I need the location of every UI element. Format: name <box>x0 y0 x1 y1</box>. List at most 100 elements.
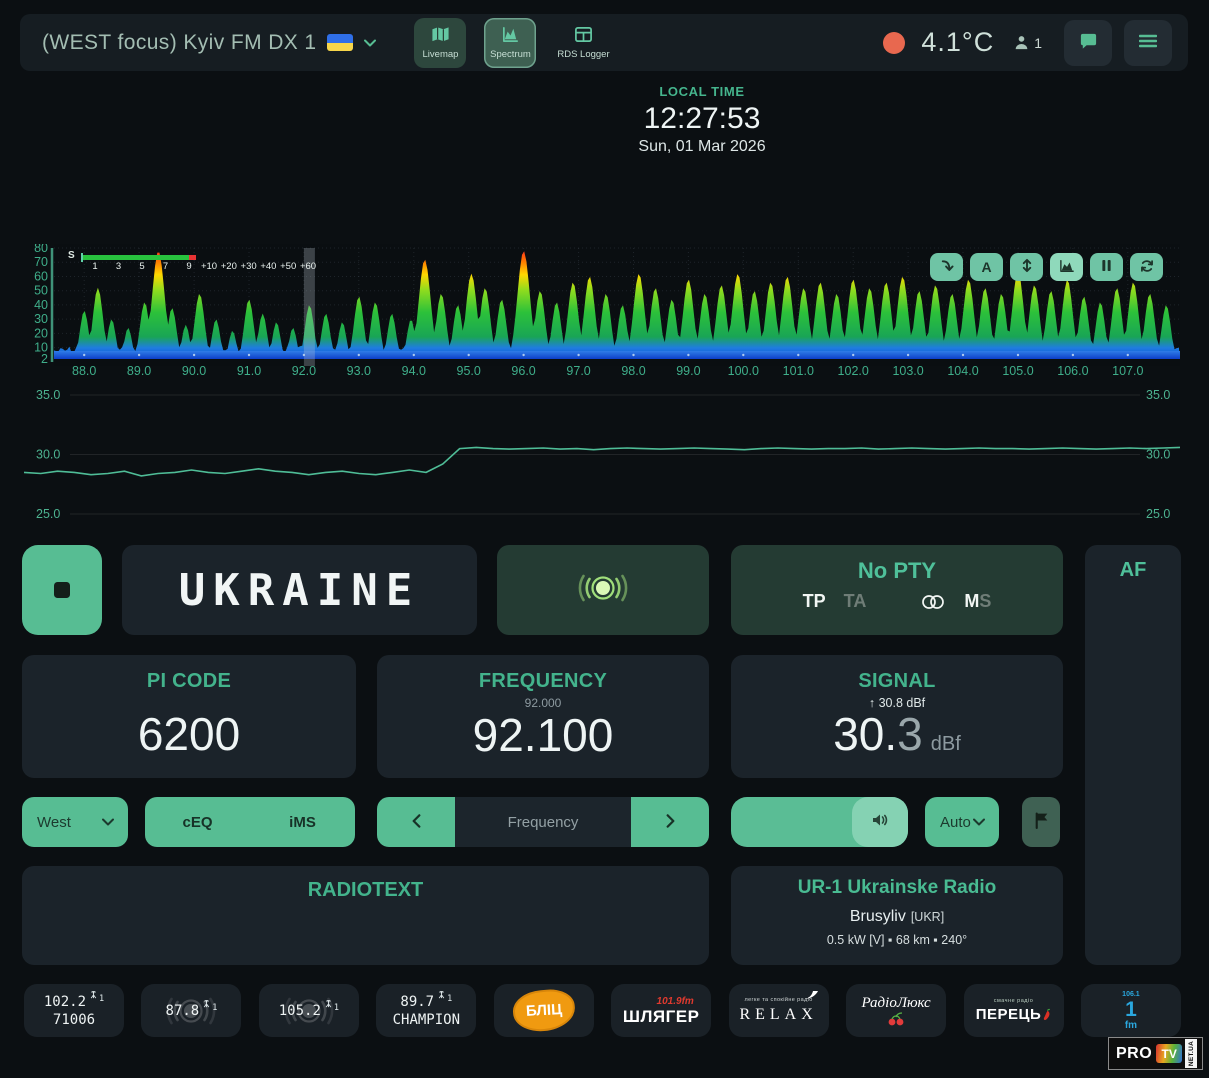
flag-icon <box>1034 812 1049 832</box>
preset-ШЛЯГЕР-button[interactable]: 101.9fm ШЛЯГЕР <box>611 984 712 1037</box>
svg-text:35.0: 35.0 <box>36 388 60 402</box>
user-icon <box>1014 35 1029 50</box>
svg-text:107.0: 107.0 <box>1112 364 1143 378</box>
frequency-up-button[interactable] <box>631 797 709 847</box>
svg-text:91.0: 91.0 <box>237 364 261 378</box>
ceq-toggle[interactable]: cEQ <box>145 814 250 831</box>
arrow-down-button[interactable] <box>930 253 963 281</box>
tx-info-panel: UR-1 Ukrainske Radio Brusyliv [UKR] 0.5 k… <box>731 866 1063 965</box>
preset-87.8-button[interactable]: 87.8 1 <box>141 984 242 1037</box>
stereo-circles-icon <box>920 594 946 610</box>
nav-rds-logger-button[interactable]: RDS Logger <box>554 18 612 68</box>
refresh-icon <box>1140 259 1154 276</box>
signal-tile: SIGNAL ↑ 30.8 dBf 30.3 dBf <box>731 655 1063 778</box>
nav-spectrum-button[interactable]: Spectrum <box>484 17 537 68</box>
arrow-updown-button[interactable] <box>1010 253 1043 281</box>
area-chart-icon <box>1059 259 1075 276</box>
preset-RELAX-button[interactable]: легке та спокійне радіо RELAX <box>728 984 829 1037</box>
tx-antenna-icon: 1 <box>202 999 217 1017</box>
chevron-down-icon <box>973 818 985 826</box>
refresh-button[interactable] <box>1130 253 1163 281</box>
svg-text:99.0: 99.0 <box>676 364 700 378</box>
ta-flag: TA <box>843 591 867 611</box>
chart-icon <box>501 25 520 47</box>
chevron-down-icon <box>102 818 114 826</box>
pty-label: No PTY <box>857 558 937 583</box>
svg-text:94.0: 94.0 <box>402 364 426 378</box>
menu-button[interactable] <box>1124 19 1172 66</box>
svg-text:101.0: 101.0 <box>783 364 814 378</box>
chat-icon <box>1079 32 1098 54</box>
stereo-indicator-panel <box>497 545 709 635</box>
preset-102.2-button[interactable]: 102.2 1 71006 <box>24 984 124 1037</box>
app-root: (WEST focus) Kyiv FM DX 1 Livemap Spectru… <box>0 0 1209 1078</box>
svg-text:98.0: 98.0 <box>621 364 645 378</box>
volume-thumb[interactable] <box>852 797 908 847</box>
frequency-sub-value: 92.000 <box>524 696 562 710</box>
temperature-label: 4.1°C <box>921 27 995 57</box>
spectrum-analyzer[interactable]: 80 70 60 50 40 30 20 10 2 88.0 89.0 90.0 91.0 92.0 93.… <box>24 241 1180 384</box>
scan-mode-select[interactable]: Auto <box>925 797 999 847</box>
svg-text:2: 2 <box>41 352 48 366</box>
svg-text:40: 40 <box>34 298 48 312</box>
preset-ПЕРЕЦЬ-button[interactable]: смачне радіо ПЕРЕЦЬ <box>963 984 1064 1037</box>
eq-ims-group: cEQ iMS <box>145 797 355 847</box>
preset-1-button[interactable]: 106.1 1 fm <box>1080 984 1181 1037</box>
pty-panel: No PTY TP TA MS <box>731 545 1063 635</box>
listener-count-value: 1 <box>1034 34 1042 51</box>
preset-105.2-button[interactable]: 105.2 1 <box>258 984 359 1037</box>
svg-text:20: 20 <box>34 326 48 340</box>
server-selector[interactable]: (WEST focus) Kyiv FM DX 1 <box>42 30 377 55</box>
tx-details: 0.5 kW [V] ▪ 68 km ▪ 240° <box>826 933 968 947</box>
audio-play-button[interactable] <box>22 545 102 635</box>
clock-date: Sun, 01 Mar 2026 <box>638 138 766 155</box>
table-icon <box>574 25 593 47</box>
protv-logo[interactable]: PRO TV NET.UA <box>1108 1037 1203 1070</box>
antenna-select[interactable]: West <box>22 797 128 847</box>
preset-БЛІЦ-button[interactable]: БЛІЦ <box>493 984 594 1037</box>
chat-button[interactable] <box>1064 19 1112 66</box>
frequency-input[interactable] <box>455 797 631 847</box>
header-nav: Livemap Spectrum RDS Logger <box>414 17 612 68</box>
status-dot <box>883 31 906 54</box>
tx-antenna-icon: 1 <box>437 990 452 1008</box>
frequency-title: FREQUENCY <box>478 670 608 692</box>
tp-flag: TP <box>802 591 826 611</box>
menu-icon <box>1138 34 1158 51</box>
svg-text:30.0: 30.0 <box>1146 448 1170 462</box>
pi-code-title: PI CODE <box>146 670 232 692</box>
af-panel: AF <box>1085 545 1181 965</box>
shlyager-logo: 101.9fm ШЛЯГЕР <box>622 995 700 1026</box>
flag-button[interactable] <box>1022 797 1060 847</box>
spectrum-toolbar: A <box>930 253 1163 281</box>
clock-label: LOCAL TIME <box>659 84 745 99</box>
listener-count: 1 <box>1014 35 1042 51</box>
rds-flags: TP TA MS <box>731 591 1063 612</box>
header: (WEST focus) Kyiv FM DX 1 Livemap Spectru… <box>20 14 1188 71</box>
nav-livemap-button[interactable]: Livemap <box>414 17 467 68</box>
protv-pro-text: PRO <box>1116 1044 1153 1062</box>
volume-slider[interactable] <box>731 797 908 847</box>
svg-text:106.0: 106.0 <box>1057 364 1088 378</box>
preset-89.7-button[interactable]: 89.7 1 CHAMPION <box>376 984 477 1037</box>
perets-logo: смачне радіо ПЕРЕЦЬ <box>976 998 1052 1022</box>
area-chart-button[interactable] <box>1050 253 1083 281</box>
frequency-tile: FREQUENCY 92.000 92.100 <box>377 655 709 778</box>
s-meter: S 1 3 5 7 9 +10 +20 +30 +40 +50 +60 <box>68 250 317 272</box>
pause-button[interactable] <box>1090 253 1123 281</box>
svg-text:50: 50 <box>34 284 48 298</box>
frequency-down-button[interactable] <box>377 797 455 847</box>
svg-text:90.0: 90.0 <box>182 364 206 378</box>
svg-text:30: 30 <box>34 312 48 326</box>
preset-РадіоЛюкс-button[interactable]: РадіоЛюкс <box>846 984 947 1037</box>
letter-a-button[interactable]: A <box>970 253 1003 281</box>
svg-text:70: 70 <box>34 255 48 269</box>
tx-name: UR-1 Ukrainske Radio <box>797 877 997 898</box>
ukraine-flag-icon <box>327 34 354 51</box>
svg-text:93.0: 93.0 <box>347 364 371 378</box>
server-title: (WEST focus) Kyiv FM DX 1 <box>42 30 317 54</box>
arrow-down-icon <box>939 258 954 276</box>
pi-code-value: 6200 <box>137 708 241 760</box>
ims-toggle[interactable]: iMS <box>250 814 355 831</box>
chevron-left-icon <box>412 813 421 831</box>
